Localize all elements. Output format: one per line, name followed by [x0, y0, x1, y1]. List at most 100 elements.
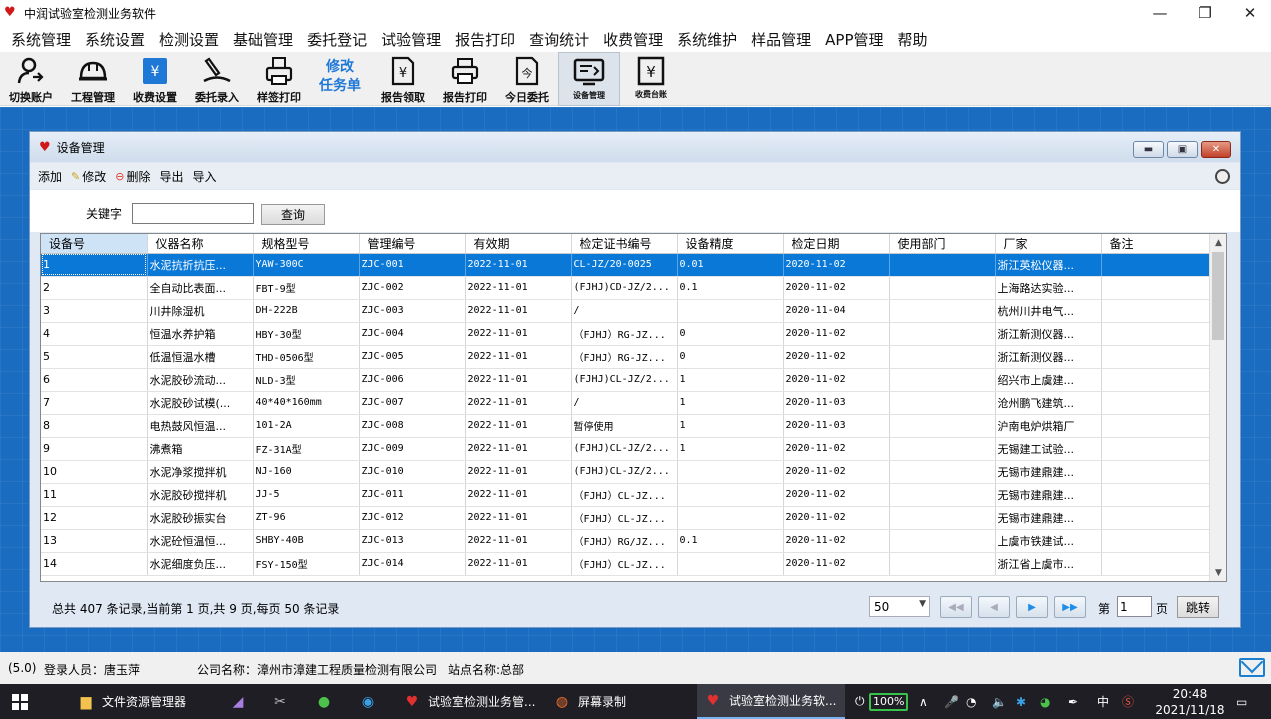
cell-cert-no[interactable]: /	[571, 391, 678, 415]
cell-verify-date[interactable]: 2020-11-02	[783, 506, 890, 530]
minimize-button[interactable]: —	[1137, 0, 1183, 26]
col-manufacturer[interactable]: 厂家	[995, 234, 1102, 254]
cell-remarks[interactable]	[1101, 345, 1210, 369]
cell-valid-until[interactable]: 2022-11-01	[465, 253, 572, 277]
cell-mgmt-no[interactable]: ZJC-006	[359, 368, 466, 392]
cell-verify-date[interactable]: 2020-11-02	[783, 552, 890, 576]
table-row[interactable]: 11 水泥胶砂搅拌机 JJ-5 ZJC-011 2022-11-01 （FJHJ）CL-J…	[41, 483, 1210, 507]
cell-cert-no[interactable]: （FJHJ）RG/JZ...	[571, 529, 678, 553]
cell-cert-no[interactable]: (FJHJ)CL-JZ/2...	[571, 368, 678, 392]
cell-precision[interactable]	[677, 460, 784, 484]
add-button[interactable]: 添加	[38, 168, 62, 185]
cell-cert-no[interactable]: (FJHJ)CD-JZ/2...	[571, 276, 678, 300]
cell-instrument-name[interactable]: 恒温水养护箱	[147, 322, 254, 346]
cell-spec-model[interactable]: FBT-9型	[253, 276, 360, 300]
menu-basic[interactable]: 基础管理	[226, 29, 300, 50]
volume-icon[interactable]: 🔈	[992, 684, 1007, 719]
taskbar-file-explorer[interactable]: ▆ 文件资源管理器	[76, 684, 186, 719]
cell-verify-date[interactable]: 2020-11-02	[783, 368, 890, 392]
last-page-button[interactable]: ▶▶	[1054, 596, 1086, 618]
cell-precision[interactable]: 1	[677, 437, 784, 461]
cell-spec-model[interactable]: YAW-300C	[253, 253, 360, 277]
system-clock[interactable]: 20:48 2021/11/18	[1150, 686, 1230, 718]
taskbar-app2[interactable]: ♥ 试验室检测业务软...	[697, 684, 845, 719]
table-row[interactable]: 10 水泥净浆搅拌机 NJ-160 ZJC-010 2022-11-01 (FJHJ)CL…	[41, 460, 1210, 484]
cell-cert-no[interactable]: （FJHJ）CL-JZ...	[571, 483, 678, 507]
cell-verify-date[interactable]: 2020-11-02	[783, 345, 890, 369]
cell-valid-until[interactable]: 2022-11-01	[465, 529, 572, 553]
cell-valid-until[interactable]: 2022-11-01	[465, 460, 572, 484]
cell-cert-no[interactable]: /	[571, 299, 678, 323]
cell-mgmt-no[interactable]: ZJC-009	[359, 437, 466, 461]
cell-spec-model[interactable]: THD-0506型	[253, 345, 360, 369]
cell-manufacturer[interactable]: 浙江新测仪器...	[995, 345, 1102, 369]
cell-remarks[interactable]	[1101, 253, 1210, 277]
cell-remarks[interactable]	[1101, 276, 1210, 300]
wechat-icon[interactable]: ◕	[1040, 684, 1050, 719]
cell-cert-no[interactable]: （FJHJ）RG-JZ...	[571, 345, 678, 369]
cell-department[interactable]	[889, 299, 996, 323]
child-restore-button[interactable]: ▣	[1167, 141, 1198, 158]
maximize-button[interactable]: ❐	[1182, 0, 1228, 26]
table-row[interactable]: 14 水泥细度负压... FSY-150型 ZJC-014 2022-11-01 （FJH…	[41, 552, 1210, 576]
cell-mgmt-no[interactable]: ZJC-013	[359, 529, 466, 553]
cell-mgmt-no[interactable]: ZJC-014	[359, 552, 466, 576]
taskbar-visual-studio[interactable]: ◢	[228, 684, 254, 719]
cell-spec-model[interactable]: 101-2A	[253, 414, 360, 438]
cell-precision[interactable]: 1	[677, 414, 784, 438]
cell-instrument-name[interactable]: 水泥胶砂振实台	[147, 506, 254, 530]
cell-valid-until[interactable]: 2022-11-01	[465, 414, 572, 438]
table-row[interactable]: 3 川井除湿机 DH-222B ZJC-003 2022-11-01/ 2020-11-0…	[41, 299, 1210, 323]
cell-mgmt-no[interactable]: ZJC-012	[359, 506, 466, 530]
cell-device-no[interactable]: 14	[41, 552, 148, 576]
cell-manufacturer[interactable]: 上海路达实验...	[995, 276, 1102, 300]
scroll-thumb[interactable]	[1212, 252, 1224, 340]
cell-remarks[interactable]	[1101, 322, 1210, 346]
cell-remarks[interactable]	[1101, 552, 1210, 576]
battery-indicator[interactable]: 100%	[869, 684, 909, 719]
query-button[interactable]: 查询	[261, 204, 325, 225]
cell-remarks[interactable]	[1101, 483, 1210, 507]
cell-instrument-name[interactable]: 川井除湿机	[147, 299, 254, 323]
cell-remarks[interactable]	[1101, 437, 1210, 461]
cell-remarks[interactable]	[1101, 299, 1210, 323]
jump-button[interactable]: 跳转	[1177, 596, 1219, 618]
cell-verify-date[interactable]: 2020-11-02	[783, 483, 890, 507]
cell-department[interactable]	[889, 483, 996, 507]
table-row[interactable]: 5 低温恒温水槽 THD-0506型 ZJC-005 2022-11-01 （FJHJ）R…	[41, 345, 1210, 369]
cell-department[interactable]	[889, 414, 996, 438]
cell-precision[interactable]	[677, 483, 784, 507]
table-row[interactable]: 12 水泥胶砂振实台 ZT-96 ZJC-012 2022-11-01 （FJHJ）CL-…	[41, 506, 1210, 530]
cell-precision[interactable]	[677, 552, 784, 576]
cell-device-no[interactable]: 11	[41, 483, 148, 507]
cell-verify-date[interactable]: 2020-11-02	[783, 276, 890, 300]
col-remarks[interactable]: 备注	[1101, 234, 1210, 254]
cell-valid-until[interactable]: 2022-11-01	[465, 506, 572, 530]
cell-department[interactable]	[889, 368, 996, 392]
menu-app[interactable]: APP管理	[818, 29, 890, 50]
cell-cert-no[interactable]: CL-JZ/20-0025	[571, 253, 678, 277]
taskbar-edge[interactable]: ◉	[358, 684, 384, 719]
cell-manufacturer[interactable]: 沪南电炉烘箱厂	[995, 414, 1102, 438]
child-minimize-button[interactable]: ▬	[1133, 141, 1164, 158]
col-department[interactable]: 使用部门	[889, 234, 996, 254]
project-mgmt-button[interactable]: 工程管理	[62, 52, 124, 106]
cell-spec-model[interactable]: 40*40*160mm	[253, 391, 360, 415]
cell-cert-no[interactable]: 暂停使用	[571, 414, 678, 438]
microphone-icon[interactable]: 🎤	[944, 684, 959, 719]
cell-cert-no[interactable]: (FJHJ)CL-JZ/2...	[571, 460, 678, 484]
cell-instrument-name[interactable]: 水泥砼恒温恒...	[147, 529, 254, 553]
cell-mgmt-no[interactable]: ZJC-003	[359, 299, 466, 323]
cell-valid-until[interactable]: 2022-11-01	[465, 552, 572, 576]
cell-remarks[interactable]	[1101, 460, 1210, 484]
next-page-button[interactable]: ▶	[1016, 596, 1048, 618]
cell-mgmt-no[interactable]: ZJC-005	[359, 345, 466, 369]
cell-spec-model[interactable]: FSY-150型	[253, 552, 360, 576]
delete-button[interactable]: ⊖ 删除	[115, 168, 150, 185]
taskbar-tool[interactable]: ✂	[270, 684, 296, 719]
cell-cert-no[interactable]: （FJHJ）CL-JZ...	[571, 506, 678, 530]
cell-department[interactable]	[889, 345, 996, 369]
cell-manufacturer[interactable]: 浙江省上虞市...	[995, 552, 1102, 576]
cell-mgmt-no[interactable]: ZJC-007	[359, 391, 466, 415]
pen-tray-icon[interactable]: ✒	[1068, 684, 1078, 719]
